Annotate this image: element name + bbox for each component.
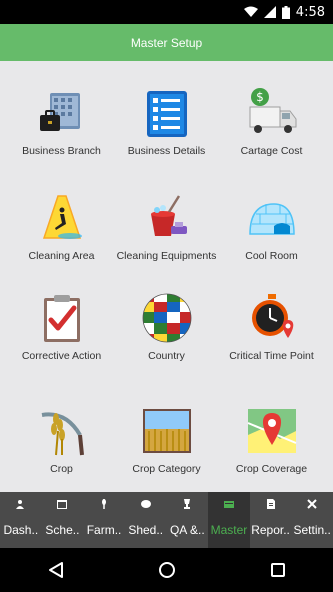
delivery-truck-icon: $ <box>246 87 298 139</box>
back-button[interactable] <box>44 558 68 582</box>
recents-button[interactable] <box>266 558 290 582</box>
page-title: Master Setup <box>130 35 203 50</box>
status-bar: 4:58 <box>0 0 333 24</box>
igloo-icon <box>246 192 298 244</box>
tile-cleaning-area[interactable]: Cleaning Area <box>6 167 117 267</box>
tile-crop-coverage[interactable]: Crop Coverage <box>216 380 327 480</box>
tile-crop-category[interactable]: Crop Category <box>111 380 222 480</box>
nav-schedule[interactable]: Sche.. <box>42 492 84 548</box>
nav-qa[interactable]: QA &.. <box>167 492 209 548</box>
tile-business-branch[interactable]: Business Branch <box>6 62 117 162</box>
nav-label: Master <box>210 523 248 537</box>
tile-corrective-action[interactable]: Corrective Action <box>6 267 117 367</box>
app-bar: Master Setup <box>0 24 333 61</box>
recents-square-icon <box>270 563 285 577</box>
nav-label: Dash.. <box>3 523 39 537</box>
svg-text:$: $ <box>256 90 264 104</box>
tile-label: Cool Room <box>245 250 298 262</box>
nav-farm[interactable]: Farm.. <box>83 492 125 548</box>
tile-label: Business Details <box>127 145 206 157</box>
tile-cleaning-equipments[interactable]: Cleaning Equipments <box>111 167 222 267</box>
battery-icon <box>281 5 290 19</box>
tile-label: Cleaning Equipments <box>116 250 217 262</box>
nav-label: Repor.. <box>251 523 290 537</box>
nav-shed[interactable]: Shed.. <box>125 492 167 548</box>
stopwatch-map-icon <box>246 292 298 344</box>
tile-label: Cleaning Area <box>28 250 95 262</box>
tile-label: Country <box>148 350 185 362</box>
nav-label: Shed.. <box>128 523 164 537</box>
back-triangle-icon <box>48 562 63 578</box>
master-grid: Business Branch Business Details $ Carta… <box>0 62 333 492</box>
wheat-field-icon <box>141 405 193 457</box>
master-icon <box>223 501 234 508</box>
qa-icon <box>184 499 191 509</box>
wheat-sickle-icon <box>36 405 88 457</box>
tile-label: Critical Time Point <box>229 350 314 362</box>
nav-dashboard[interactable]: Dash.. <box>0 492 42 548</box>
nav-settings[interactable]: Settin.. <box>291 492 333 548</box>
nav-report[interactable]: Repor.. <box>250 492 292 548</box>
nav-label: Farm.. <box>86 523 122 537</box>
nav-label: Settin.. <box>293 523 331 537</box>
clipboard-check-icon <box>36 292 88 344</box>
tile-label: Cartage Cost <box>240 145 303 157</box>
tile-business-details[interactable]: Business Details <box>111 62 222 162</box>
nav-label: QA &.. <box>169 523 205 537</box>
tile-country[interactable]: Country <box>111 267 222 367</box>
shed-icon <box>140 500 151 508</box>
signal-icon <box>263 6 276 18</box>
checklist-icon <box>141 87 193 139</box>
schedule-icon <box>57 500 68 509</box>
tile-label: Business Branch <box>22 145 101 157</box>
tile-label: Crop <box>50 463 73 475</box>
farm-icon <box>102 499 107 509</box>
tile-cartage-cost[interactable]: $ Cartage Cost <box>216 62 327 162</box>
nav-label: Sche.. <box>45 523 80 537</box>
cleaning-bucket-icon <box>141 192 193 244</box>
map-pin-icon <box>246 405 298 457</box>
tile-crop[interactable]: Crop <box>6 380 117 480</box>
wet-floor-sign-icon <box>36 192 88 244</box>
tile-label: Corrective Action <box>21 350 102 362</box>
tile-label: Crop Category <box>132 463 201 475</box>
home-circle-icon <box>158 562 175 578</box>
bottom-navigation: Dash.. Sche.. Farm.. Shed.. QA &.. Maste… <box>0 492 333 548</box>
app-screen: 4:58 Master Setup Business Branch Busine… <box>0 0 333 592</box>
system-navigation-bar <box>0 548 333 592</box>
status-time: 4:58 <box>295 4 325 20</box>
settings-icon <box>307 499 317 509</box>
nav-master[interactable]: Master <box>208 492 250 548</box>
tile-cool-room[interactable]: Cool Room <box>216 167 327 267</box>
flag-globe-icon <box>141 292 193 344</box>
dashboard-icon <box>15 500 24 509</box>
report-icon <box>266 499 275 509</box>
tile-critical-time-point[interactable]: Critical Time Point <box>216 267 327 367</box>
tile-label: Crop Coverage <box>235 463 308 475</box>
home-button[interactable] <box>155 558 179 582</box>
office-building-icon <box>36 87 88 139</box>
wifi-icon <box>243 6 258 17</box>
